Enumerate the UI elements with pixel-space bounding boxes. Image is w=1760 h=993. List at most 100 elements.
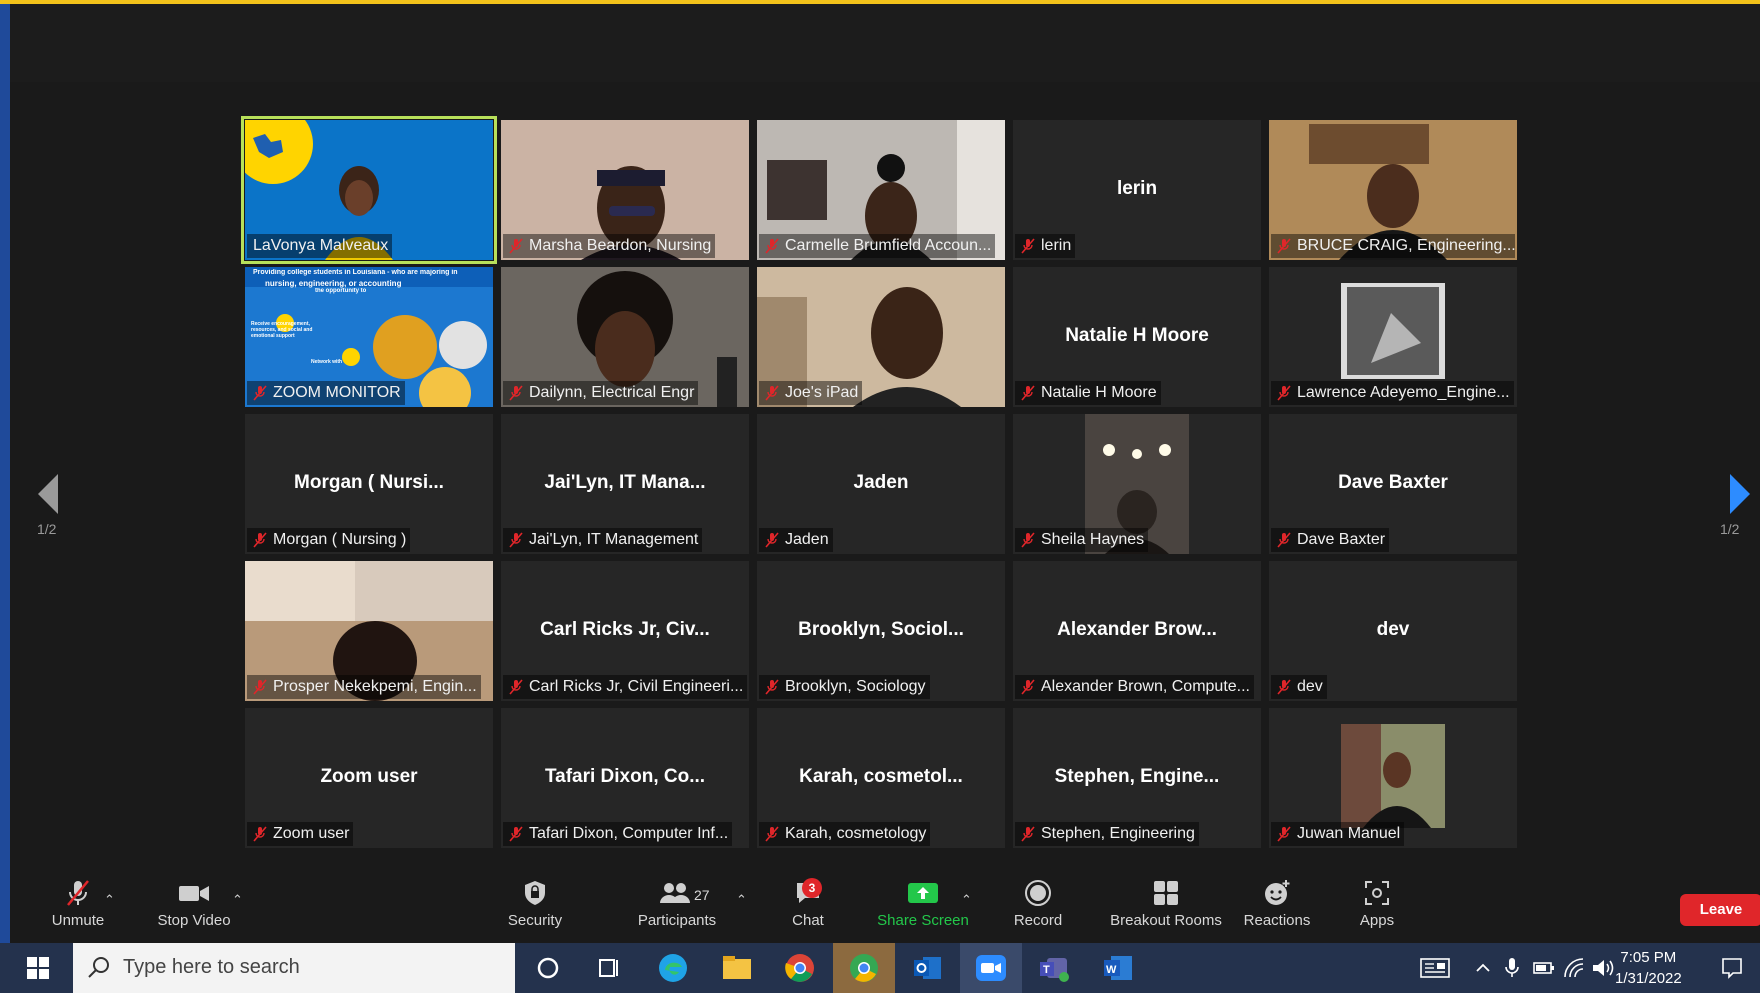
participants-button[interactable]: Participants — [622, 878, 732, 929]
tray-chevron-up-icon[interactable] — [1474, 959, 1492, 977]
video-options-caret-icon[interactable]: ⌃ — [232, 892, 243, 908]
muted-mic-icon — [1277, 532, 1291, 548]
participant-tile[interactable]: Juwan Manuel — [1269, 708, 1517, 848]
tray-microphone-icon[interactable] — [1503, 956, 1521, 980]
word-icon[interactable]: W — [1101, 951, 1135, 985]
participant-tile[interactable]: Joe's iPad — [757, 267, 1005, 407]
flyer-text: nursing, engineering, or accounting — [265, 279, 402, 288]
participant-name-label: Alexander Brown, Compute... — [1015, 675, 1254, 699]
prev-page-arrow-icon[interactable] — [32, 464, 72, 524]
teams-icon[interactable]: T — [1037, 951, 1071, 985]
participants-label: Participants — [637, 912, 717, 929]
participant-tile[interactable]: Brooklyn, Sociol... Brooklyn, Sociology — [757, 561, 1005, 701]
participant-tile[interactable]: dev dev — [1269, 561, 1517, 701]
participant-display-name: Alexander Brow... — [1057, 619, 1217, 640]
participant-name-label: Sheila Haynes — [1015, 528, 1149, 552]
participant-tile[interactable]: Marsha Beardon, Nursing — [501, 120, 749, 260]
participant-name-text: Prosper Nekekpemi, Engin... — [273, 678, 477, 695]
participant-tile[interactable]: Dave Baxter Dave Baxter — [1269, 414, 1517, 554]
participant-name-text: Zoom user — [273, 825, 350, 842]
battery-icon[interactable] — [1532, 959, 1556, 977]
page-indicator-right: 1/2 — [1720, 521, 1740, 537]
wifi-icon[interactable] — [1563, 957, 1585, 979]
participant-name-text: Lawrence Adeyemo_Engine... — [1297, 384, 1510, 401]
participant-name-label: Carl Ricks Jr, Civil Engineeri... — [503, 675, 747, 699]
cortana-icon[interactable] — [531, 951, 565, 985]
audio-options-caret-icon[interactable]: ⌃ — [104, 892, 115, 908]
chrome-icon[interactable] — [783, 951, 817, 985]
participant-tile[interactable]: Karah, cosmetol... Karah, cosmetology — [757, 708, 1005, 848]
apps-button[interactable]: Apps — [1337, 878, 1417, 929]
muted-mic-icon — [509, 679, 523, 695]
participant-display-name: Carl Ricks Jr, Civ... — [540, 619, 710, 640]
participant-display-name: Zoom user — [320, 766, 418, 787]
stop-video-label: Stop Video — [157, 912, 231, 929]
participant-tile[interactable]: Carl Ricks Jr, Civ... Carl Ricks Jr, Civi… — [501, 561, 749, 701]
participant-name-label: ZOOM MONITOR — [247, 381, 405, 405]
muted-mic-icon — [1021, 826, 1035, 842]
reactions-smiley-icon — [1265, 880, 1290, 905]
share-screen-icon — [908, 883, 938, 903]
participant-tile[interactable]: lerin lerin — [1013, 120, 1261, 260]
participant-name-label: dev — [1271, 675, 1327, 699]
taskbar-clock[interactable]: 7:05 PM 1/31/2022 — [1615, 947, 1682, 989]
participant-display-name: Tafari Dixon, Co... — [544, 766, 706, 787]
breakout-rooms-label: Breakout Rooms — [1110, 912, 1222, 929]
muted-mic-icon — [765, 826, 779, 842]
reactions-button[interactable]: Reactions — [1232, 878, 1322, 929]
participant-name-label: Brooklyn, Sociology — [759, 675, 930, 699]
participant-tile[interactable]: Dailynn, Electrical Engr — [501, 267, 749, 407]
share-options-caret-icon[interactable]: ⌃ — [961, 892, 972, 908]
volume-icon[interactable] — [1591, 957, 1615, 979]
participant-tile[interactable]: Prosper Nekekpemi, Engin... — [245, 561, 493, 701]
record-button[interactable]: Record — [998, 878, 1078, 929]
task-view-icon[interactable] — [592, 951, 626, 985]
participant-name-text: lerin — [1041, 237, 1072, 254]
participant-name-text: Marsha Beardon, Nursing — [529, 237, 712, 254]
chrome-alt-icon[interactable] — [847, 951, 881, 985]
participant-tile[interactable]: Zoom user Zoom user — [245, 708, 493, 848]
edge-icon[interactable] — [656, 951, 690, 985]
participant-tile[interactable]: Jai'Lyn, IT Mana... Jai'Lyn, IT Managemen… — [501, 414, 749, 554]
news-widget-icon[interactable] — [1420, 957, 1450, 979]
participant-tile[interactable]: Sheila Haynes — [1013, 414, 1261, 554]
taskbar-search-box[interactable]: Type here to search — [73, 943, 515, 993]
participant-tile[interactable]: BRUCE CRAIG, Engineering... — [1269, 120, 1517, 260]
participants-caret-icon[interactable]: ⌃ — [736, 892, 747, 908]
participant-tile[interactable]: Morgan ( Nursi... Morgan ( Nursing ) — [245, 414, 493, 554]
next-page-arrow-icon[interactable] — [1722, 464, 1760, 524]
participant-tile[interactable]: LaVonya Malveaux — [241, 116, 497, 264]
zoom-icon[interactable] — [974, 951, 1008, 985]
flyer-text: Receive encouragement, resources, and so… — [251, 321, 313, 339]
participant-tile[interactable]: Providing college students in Louisiana … — [245, 267, 493, 407]
participant-display-name: Brooklyn, Sociol... — [798, 619, 964, 640]
muted-mic-icon — [253, 385, 267, 401]
notifications-icon[interactable] — [1720, 956, 1744, 980]
participant-tile[interactable]: Carmelle Brumfield Accoun... — [757, 120, 1005, 260]
windows-start-icon[interactable] — [27, 957, 49, 979]
participant-tile[interactable]: Lawrence Adeyemo_Engine... — [1269, 267, 1517, 407]
record-label: Record — [1013, 912, 1063, 929]
participant-name-label: Morgan ( Nursing ) — [247, 528, 411, 552]
participant-tile[interactable]: Natalie H Moore Natalie H Moore — [1013, 267, 1261, 407]
participant-display-name: Morgan ( Nursi... — [294, 472, 444, 493]
breakout-rooms-icon — [1154, 881, 1178, 905]
outlook-icon[interactable] — [911, 951, 945, 985]
participant-tile[interactable]: Jaden Jaden — [757, 414, 1005, 554]
muted-mic-icon — [509, 385, 523, 401]
muted-mic-icon — [1021, 532, 1035, 548]
stop-video-button[interactable]: Stop Video — [144, 878, 244, 929]
file-explorer-icon[interactable] — [720, 951, 754, 985]
participant-tile[interactable]: Tafari Dixon, Co... Tafari Dixon, Compute… — [501, 708, 749, 848]
muted-mic-icon — [253, 679, 267, 695]
muted-mic-icon — [765, 679, 779, 695]
breakout-rooms-button[interactable]: Breakout Rooms — [1096, 878, 1236, 929]
muted-mic-icon — [253, 532, 267, 548]
participant-name-text: ZOOM MONITOR — [273, 384, 401, 401]
participant-tile[interactable]: Stephen, Engine... Stephen, Engineering — [1013, 708, 1261, 848]
leave-button[interactable]: Leave — [1680, 894, 1760, 926]
participant-name-text: Karah, cosmetology — [785, 825, 927, 842]
participant-tile[interactable]: Alexander Brow... Alexander Brown, Comput… — [1013, 561, 1261, 701]
participant-display-name: Jai'Lyn, IT Mana... — [544, 472, 706, 493]
security-button[interactable]: Security — [495, 878, 575, 929]
